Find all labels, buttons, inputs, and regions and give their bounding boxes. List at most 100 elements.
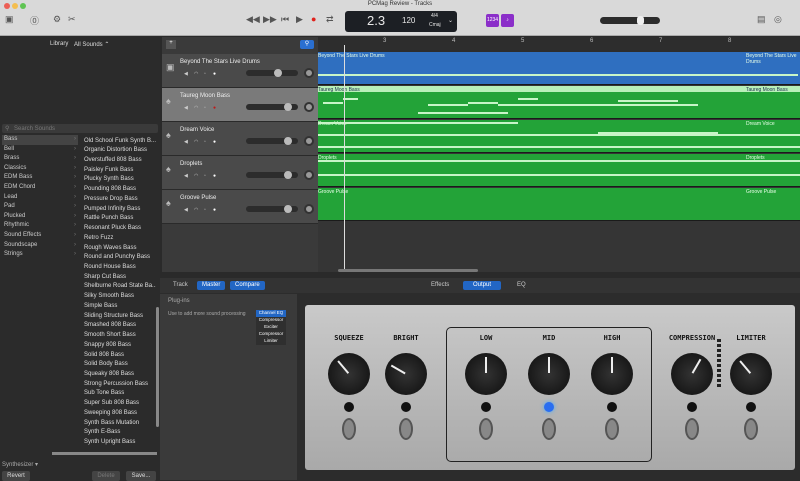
- sound-item[interactable]: Synth Upright Bass: [84, 438, 156, 448]
- sound-item[interactable]: Squeaky 808 Bass: [84, 370, 156, 380]
- play-icon[interactable]: ▶: [296, 14, 303, 25]
- library-filter[interactable]: All Sounds ⌃: [74, 41, 109, 48]
- sound-item[interactable]: Pumped Infinity Bass: [84, 205, 156, 215]
- plugin-slot[interactable]: Compressor: [256, 317, 286, 324]
- sound-item[interactable]: Round House Bass: [84, 263, 156, 273]
- mid-knob[interactable]: [528, 353, 570, 395]
- forward-icon[interactable]: ▶▶: [263, 14, 277, 25]
- lock-icon[interactable]: ▫: [204, 71, 206, 77]
- add-track-button[interactable]: +: [166, 40, 176, 49]
- sound-item[interactable]: Super Sub 808 Bass: [84, 399, 156, 409]
- category-item[interactable]: Strings ›: [2, 250, 78, 260]
- plugin-slot[interactable]: Limiter: [256, 338, 286, 345]
- track-region[interactable]: Taureg Moon Bass Taureg Moon Bass: [318, 86, 800, 119]
- category-item[interactable]: Plucked ›: [2, 212, 78, 222]
- record-enable-icon[interactable]: ●: [213, 105, 216, 111]
- sound-item[interactable]: Round and Punchy Bass: [84, 253, 156, 263]
- category-item[interactable]: Rhythmic ›: [2, 221, 78, 231]
- pan-knob[interactable]: [304, 204, 314, 214]
- record-enable-icon[interactable]: ●: [213, 207, 216, 213]
- track-volume-slider[interactable]: [246, 137, 298, 145]
- sound-item[interactable]: Resonant Pluck Bass: [84, 224, 156, 234]
- track-volume-slider[interactable]: [246, 171, 298, 179]
- pan-knob[interactable]: [304, 102, 314, 112]
- sound-item[interactable]: Sub Tone Bass: [84, 389, 156, 399]
- bright-knob[interactable]: [385, 353, 427, 395]
- category-item[interactable]: EDM Bass ›: [2, 173, 78, 183]
- preset-type[interactable]: Synthesizer ▾: [2, 461, 38, 468]
- sound-item[interactable]: Smashed 808 Bass: [84, 321, 156, 331]
- track-region[interactable]: Droplets Droplets: [318, 122, 800, 187]
- sound-item[interactable]: Smooth Short Bass: [84, 331, 156, 341]
- mute-icon[interactable]: ◀: [184, 207, 188, 213]
- pan-knob[interactable]: [304, 170, 314, 180]
- smart-tempo-icon[interactable]: ⚲: [300, 40, 314, 49]
- go-to-start-icon[interactable]: ⏮: [281, 14, 289, 25]
- limiter-knob[interactable]: [730, 353, 772, 395]
- record-enable-icon[interactable]: ●: [213, 71, 216, 77]
- sound-item[interactable]: Synth Bass Mutation: [84, 419, 156, 429]
- category-item[interactable]: Classics ›: [2, 164, 78, 174]
- tab-master[interactable]: Master: [197, 281, 226, 290]
- compression-knob[interactable]: [671, 353, 713, 395]
- sound-item[interactable]: Old School Funk Synth B...: [84, 137, 156, 147]
- category-item[interactable]: Bass ›: [2, 135, 78, 145]
- sound-item[interactable]: Overstuffed 808 Bass: [84, 156, 156, 166]
- mute-icon[interactable]: ◀: [184, 71, 188, 77]
- sound-item[interactable]: Strong Percussion Bass: [84, 380, 156, 390]
- track-header[interactable]: ▣ Beyond The Stars Live Drums ◀ ◠ ▫ ●: [162, 54, 318, 88]
- tracks-area[interactable]: 3 4 5 6 7 8 Beyond The Stars Live Drums Beyon…: [318, 37, 800, 272]
- horizontal-scrollbar[interactable]: [52, 452, 157, 455]
- sound-item[interactable]: Rough Waves Bass: [84, 244, 156, 254]
- scrollbar[interactable]: [156, 307, 159, 427]
- lock-icon[interactable]: ▫: [204, 139, 206, 145]
- solo-icon[interactable]: ◠: [194, 173, 198, 179]
- toggle-switch[interactable]: [542, 418, 556, 440]
- squeeze-knob[interactable]: [328, 353, 370, 395]
- sound-item[interactable]: Organic Distortion Bass: [84, 146, 156, 156]
- plugin-slot[interactable]: Exciter: [256, 324, 286, 331]
- toggle-switch[interactable]: [399, 418, 413, 440]
- sound-item[interactable]: Plucky Synth Bass: [84, 175, 156, 185]
- tuner-icon[interactable]: ♪: [501, 14, 514, 27]
- editors-icon[interactable]: ✂: [68, 14, 76, 25]
- sound-item[interactable]: Sliding Structure Bass: [84, 312, 156, 322]
- sound-item[interactable]: Silky Smooth Bass: [84, 292, 156, 302]
- solo-icon[interactable]: ◠: [194, 105, 198, 111]
- record-icon[interactable]: ●: [311, 14, 316, 24]
- category-item[interactable]: Brass ›: [2, 154, 78, 164]
- sound-item[interactable]: Pressure Drop Bass: [84, 195, 156, 205]
- category-item[interactable]: Sound Effects ›: [2, 231, 78, 241]
- mute-icon[interactable]: ◀: [184, 105, 188, 111]
- master-volume-slider[interactable]: [600, 16, 660, 25]
- low-knob[interactable]: [465, 353, 507, 395]
- record-enable-icon[interactable]: ●: [213, 173, 216, 179]
- pan-knob[interactable]: [304, 136, 314, 146]
- tab-output[interactable]: Output: [463, 281, 501, 290]
- track-header[interactable]: ♠ Droplets ◀ ◠ ▫ ●: [162, 156, 318, 190]
- sound-item[interactable]: Sweeping 808 Bass: [84, 409, 156, 419]
- search-input[interactable]: ⚲ Search Sounds: [2, 124, 158, 133]
- solo-icon[interactable]: ◠: [194, 71, 198, 77]
- toggle-switch[interactable]: [342, 418, 356, 440]
- sound-item[interactable]: Paisley Funk Bass: [84, 166, 156, 176]
- smart-controls-icon[interactable]: ⚙: [53, 14, 61, 25]
- toggle-switch[interactable]: [744, 418, 758, 440]
- track-volume-slider[interactable]: [246, 103, 298, 111]
- playhead[interactable]: [344, 45, 345, 272]
- track-region[interactable]: Dream Voice Dream Voice: [318, 104, 800, 153]
- lock-icon[interactable]: ▫: [204, 173, 206, 179]
- mute-icon[interactable]: ◀: [184, 139, 188, 145]
- sound-item[interactable]: Rattle Punch Bass: [84, 214, 156, 224]
- pan-knob[interactable]: [304, 68, 314, 78]
- help-icon[interactable]: ⓪: [30, 14, 39, 27]
- category-item[interactable]: EDM Chord ›: [2, 183, 78, 193]
- tab-effects[interactable]: Effects: [426, 281, 454, 290]
- track-volume-slider[interactable]: [246, 69, 298, 77]
- lcd-display[interactable]: 2.3 120 4/4 Cmaj ⌄: [345, 11, 457, 32]
- rewind-icon[interactable]: ◀◀: [246, 14, 260, 25]
- category-item[interactable]: Pad ›: [2, 202, 78, 212]
- toggle-switch[interactable]: [479, 418, 493, 440]
- category-item[interactable]: Lead ›: [2, 193, 78, 203]
- track-header[interactable]: ♠ Groove Pulse ◀ ◠ ▫ ●: [162, 190, 318, 224]
